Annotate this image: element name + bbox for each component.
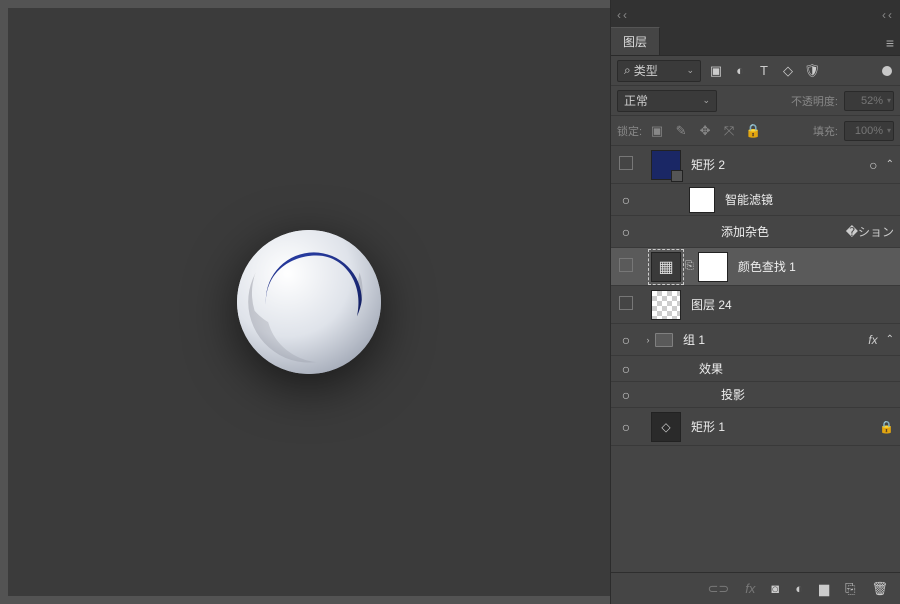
smart-filter-mask-thumb[interactable] xyxy=(689,187,715,213)
filter-smart-icon[interactable]: 🛡 xyxy=(803,63,821,79)
link-layers-button[interactable]: ⊂⊃ xyxy=(707,581,729,597)
lock-label: 锁定: xyxy=(617,123,642,139)
disclosure-icon[interactable]: › xyxy=(641,335,655,345)
blend-mode-dropdown[interactable]: 正常 ⌄ xyxy=(617,90,717,112)
visibility-toggle[interactable]: ○ xyxy=(611,224,641,240)
adjustment-thumb[interactable]: ▦ xyxy=(651,252,681,282)
add-fx-button[interactable]: fx xyxy=(745,581,755,596)
fill-value[interactable]: 100% xyxy=(844,121,894,141)
layer-rect1[interactable]: ○ ◇ 矩形 1 🔒 xyxy=(611,408,900,446)
fx-header[interactable]: ○ 效果 xyxy=(611,356,900,382)
filter-shape-icon[interactable]: ◇ xyxy=(779,63,797,79)
layer-thumb[interactable] xyxy=(651,290,681,320)
add-adjustment-button[interactable]: ◐ xyxy=(795,581,803,596)
collapse-icon[interactable]: ⌃ xyxy=(886,159,894,170)
filter-adjust-icon[interactable]: ◐ xyxy=(731,63,749,78)
visibility-toggle[interactable]: ○ xyxy=(611,419,641,435)
folder-icon xyxy=(655,333,673,347)
panel-menu-icon[interactable]: ≡ xyxy=(886,35,894,55)
layer-name[interactable]: 图层 24 xyxy=(691,296,732,313)
layer-thumb[interactable] xyxy=(651,150,681,180)
opacity-value[interactable]: 52% xyxy=(844,91,894,111)
layer-thumb[interactable]: ◇ xyxy=(651,412,681,442)
filter-toggle[interactable] xyxy=(882,66,892,76)
smart-filter-vis-icon[interactable]: ○ xyxy=(869,157,877,173)
smart-filter-label: 智能滤镜 xyxy=(725,191,773,208)
delete-layer-button[interactable]: 🗑 xyxy=(871,581,888,597)
layers-panel: ‹‹ ‹‹ 图层 ≡ ⌕ 类型 ⌄ ▣ ◐ T ◇ 🛡 正常 ⌄ 不透明度: 5… xyxy=(610,0,900,604)
visibility-toggle[interactable]: ○ xyxy=(611,361,641,377)
collapse-icon[interactable]: ⌃ xyxy=(886,334,894,345)
visibility-toggle[interactable]: ○ xyxy=(611,332,641,348)
canvas[interactable] xyxy=(8,8,610,596)
filter-kind-label: 类型 xyxy=(634,62,658,79)
filter-add-noise[interactable]: ○ 添加杂色 �ション xyxy=(611,216,900,248)
chevron-down-icon: ⌄ xyxy=(686,65,694,76)
visibility-toggle[interactable] xyxy=(611,258,641,275)
fx-label: 效果 xyxy=(699,360,723,377)
layer-mask-thumb[interactable] xyxy=(698,252,728,282)
layer-name[interactable]: 矩形 1 xyxy=(691,418,725,435)
lock-move-icon[interactable]: ✥ xyxy=(696,123,714,139)
fx-drop-shadow[interactable]: ○ 投影 xyxy=(611,382,900,408)
tab-layers[interactable]: 图层 xyxy=(611,27,660,55)
layer-color-lookup[interactable]: ▦ ⎘ 颜色查找 1 xyxy=(611,248,900,286)
visibility-toggle[interactable] xyxy=(611,296,641,313)
chevron-down-icon: ⌄ xyxy=(702,95,710,106)
opacity-label: 不透明度: xyxy=(791,93,838,109)
search-icon: ⌕ xyxy=(624,63,631,78)
panel-footer: ⊂⊃ fx ◙ ◐ ▆ ⎘ 🗑 xyxy=(611,572,900,604)
add-mask-button[interactable]: ◙ xyxy=(771,581,779,596)
layer-list: 矩形 2 ○ ⌃ ○ 智能滤镜 ○ 添加杂色 �ション ▦ ⎘ xyxy=(611,146,900,572)
filter-name[interactable]: 添加杂色 xyxy=(721,223,769,240)
c4d-logo xyxy=(229,222,389,382)
lock-paint-icon[interactable]: ✎ xyxy=(672,123,690,139)
lock-row: 锁定: ▣ ✎ ✥ ⤧ 🔒 填充: 100% xyxy=(611,116,900,146)
filter-pixel-icon[interactable]: ▣ xyxy=(707,63,725,79)
link-icon[interactable]: ⎘ xyxy=(681,260,698,273)
lock-all-icon[interactable]: 🔒 xyxy=(744,123,762,139)
visibility-toggle[interactable] xyxy=(611,156,641,173)
fx-badge[interactable]: fx xyxy=(868,333,877,347)
filter-row: ⌕ 类型 ⌄ ▣ ◐ T ◇ 🛡 xyxy=(611,56,900,86)
filter-kind-dropdown[interactable]: ⌕ 类型 ⌄ xyxy=(617,60,701,82)
panel-tabs: 图层 ≡ xyxy=(611,30,900,56)
fx-name[interactable]: 投影 xyxy=(721,386,745,403)
fill-label: 填充: xyxy=(813,123,838,139)
smart-filter-row[interactable]: ○ 智能滤镜 xyxy=(611,184,900,216)
filter-text-icon[interactable]: T xyxy=(755,63,773,78)
layer-24[interactable]: 图层 24 xyxy=(611,286,900,324)
lock-icon[interactable]: 🔒 xyxy=(879,420,894,434)
visibility-toggle[interactable]: ○ xyxy=(611,192,641,208)
panel-collapse-bar[interactable]: ‹‹ ‹‹ xyxy=(611,0,900,30)
blend-row: 正常 ⌄ 不透明度: 52% xyxy=(611,86,900,116)
collapse-left-icon: ‹‹ xyxy=(617,8,629,22)
new-group-button[interactable]: ▆ xyxy=(819,581,829,597)
layer-rect2[interactable]: 矩形 2 ○ ⌃ xyxy=(611,146,900,184)
layer-name[interactable]: 颜色查找 1 xyxy=(738,258,796,275)
layer-name[interactable]: 矩形 2 xyxy=(691,156,725,173)
layer-group-1[interactable]: ○ › 组 1 fx ⌃ xyxy=(611,324,900,356)
blend-mode-value: 正常 xyxy=(624,92,648,109)
lock-nest-icon[interactable]: ⤧ xyxy=(720,123,738,139)
collapse-right-icon: ‹‹ xyxy=(882,8,894,22)
visibility-toggle[interactable]: ○ xyxy=(611,387,641,403)
filter-settings-icon[interactable]: �ション xyxy=(846,223,894,240)
lock-trans-icon[interactable]: ▣ xyxy=(648,123,666,139)
canvas-area xyxy=(0,0,610,604)
new-layer-button[interactable]: ⎘ xyxy=(845,581,855,597)
grid-icon: ▦ xyxy=(658,257,673,277)
layer-name[interactable]: 组 1 xyxy=(683,331,705,348)
